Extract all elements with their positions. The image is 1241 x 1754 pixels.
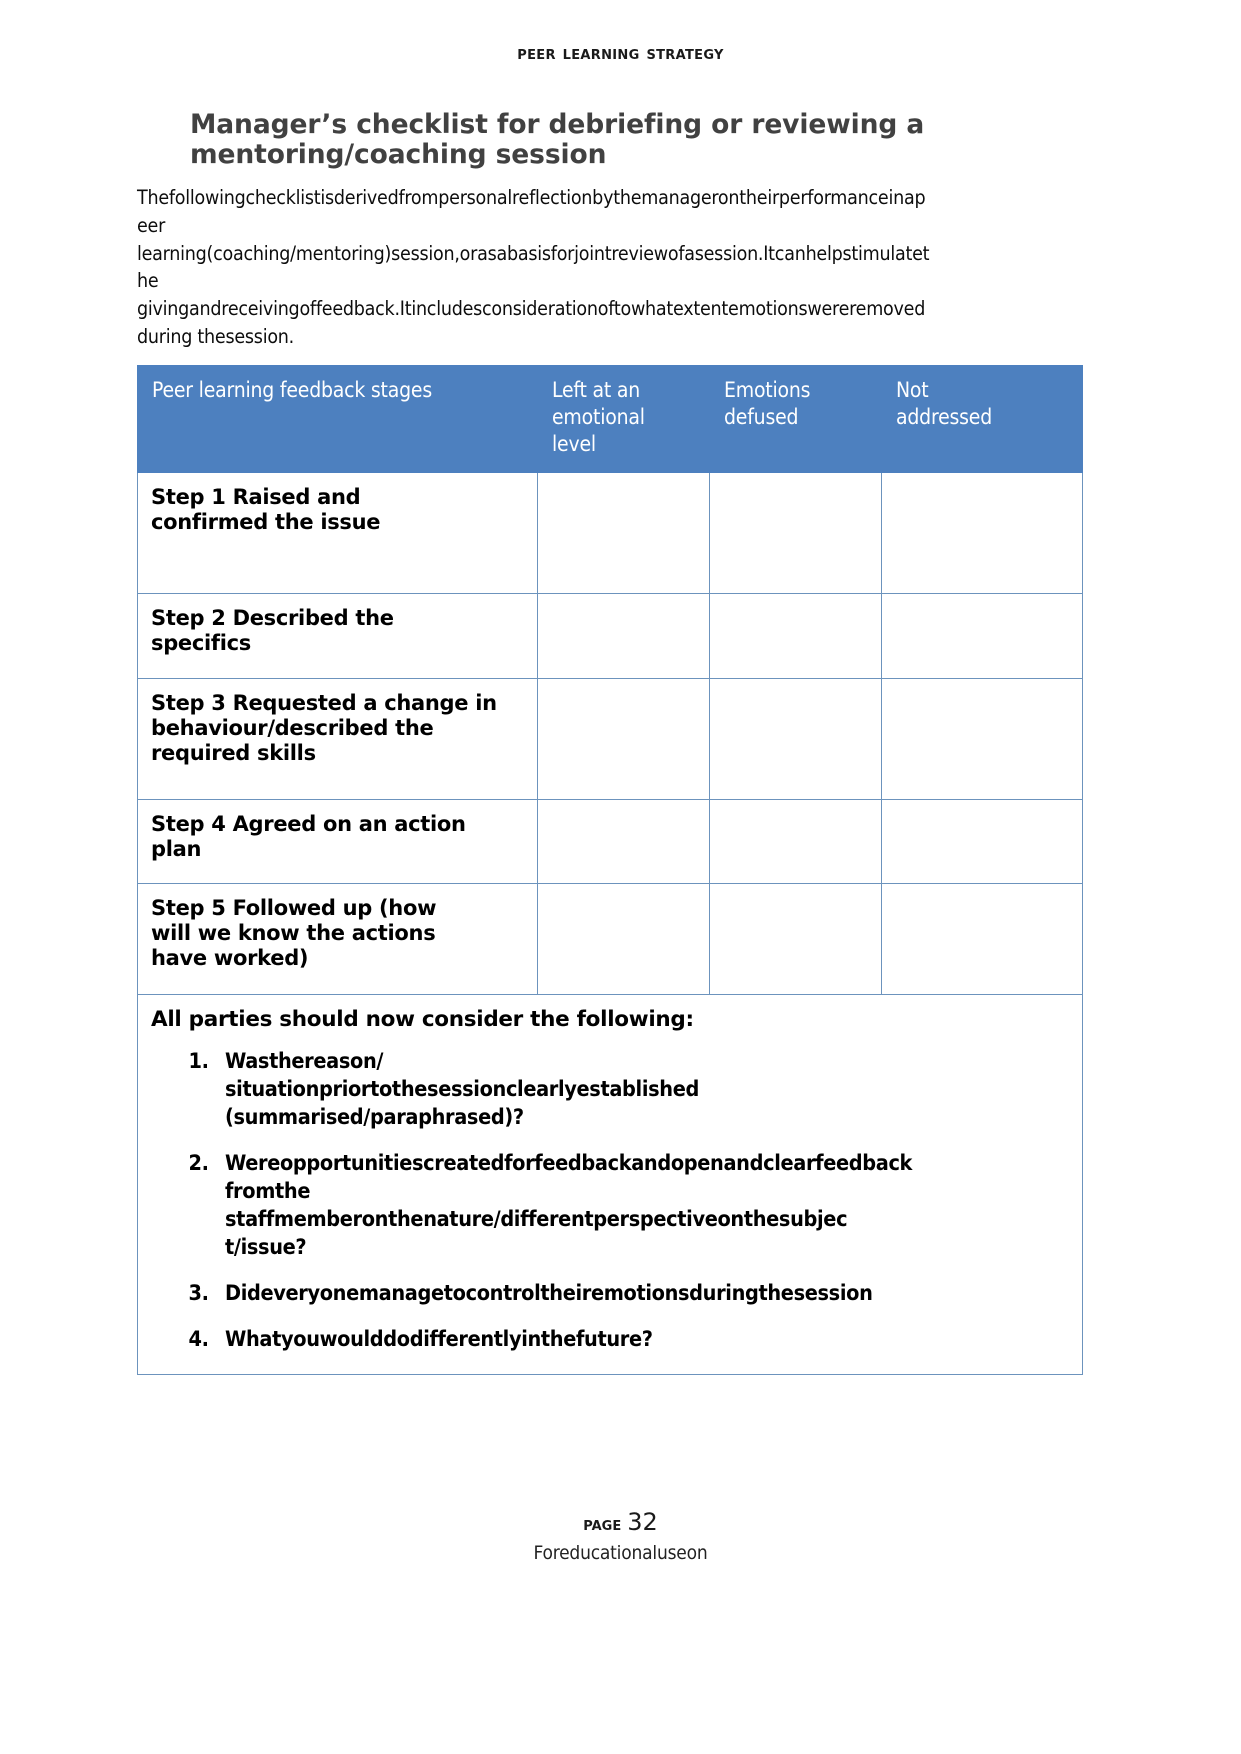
- page-word: Page: [583, 1513, 622, 1535]
- row-5-emotions-defused-cell[interactable]: [709, 882, 882, 995]
- row-1-step-label: Step 1 Raised and confirmed the issue: [137, 471, 538, 594]
- list-item: Wasthereason/ situationpriortothesession…: [215, 1048, 1068, 1132]
- row-2-emotions-defused-cell[interactable]: [709, 592, 882, 679]
- consider-item-1-line-3: (summarised/paraphrased)?: [225, 1105, 524, 1131]
- column-header-col2-line2: emotional: [552, 404, 645, 429]
- page-title-line-1: Manager’s checklist for debriefing or re…: [190, 109, 925, 140]
- row-5-left-at-emotional-level-cell[interactable]: [537, 882, 710, 995]
- column-header-stages: Peer learning feedback stages: [137, 364, 538, 473]
- list-item: Dideveryonemanagetocontroltheiremotionsd…: [215, 1280, 1068, 1308]
- row-3-step-label: Step 3 Requested a change in behaviour/d…: [137, 677, 538, 800]
- list-item: Whatyouwoulddodifferentlyinthefuture?: [215, 1326, 1068, 1354]
- document-page: Peer Learning Strategy Manager’s checkli…: [0, 0, 1241, 1754]
- row-5-step-line-1: Step 5 Followed up (how: [151, 895, 437, 920]
- row-4-emotions-defused-cell[interactable]: [709, 798, 882, 884]
- consider-item-1-line-2: situationpriortothesessionclearlyestabli…: [225, 1077, 699, 1103]
- row-5-step-line-3: have worked): [151, 945, 309, 970]
- running-header: Peer Learning Strategy: [0, 42, 1241, 64]
- intro-line-2: eer: [137, 214, 166, 238]
- row-4-not-addressed-cell[interactable]: [881, 798, 1083, 884]
- page-footer: Page 32 Foreducationaluseon: [0, 1508, 1241, 1564]
- page-title: Manager’s checklist for debriefing or re…: [137, 109, 1051, 171]
- consider-block: All parties should now consider the foll…: [137, 993, 1083, 1375]
- row-4-left-at-emotional-level-cell[interactable]: [537, 798, 710, 884]
- page-content: Manager’s checklist for debriefing or re…: [137, 109, 1104, 1375]
- row-2-step-label: Step 2 Described the specifics: [137, 592, 538, 679]
- table-header-row: Peer learning feedback stages Left at an…: [137, 364, 1083, 473]
- consider-item-2-line-1: Wereopportunitiescreatedforfeedbackandop…: [225, 1151, 913, 1177]
- table-row: Step 2 Described the specifics: [137, 592, 1083, 679]
- row-2-step-line-2: specifics: [151, 630, 252, 655]
- intro-line-3: learning(coaching/mentoring)session,oras…: [137, 241, 930, 265]
- consider-item-3-line-1: Dideveryonemanagetocontroltheiremotionsd…: [225, 1280, 873, 1306]
- row-1-emotions-defused-cell[interactable]: [709, 471, 882, 594]
- table-footer-row: All parties should now consider the foll…: [137, 993, 1083, 1375]
- row-3-not-addressed-cell[interactable]: [881, 677, 1083, 800]
- row-1-left-at-emotional-level-cell[interactable]: [537, 471, 710, 594]
- intro-line-1: Thefollowingchecklistisderivedfromperson…: [137, 186, 926, 210]
- page-number-line: Page 32: [0, 1508, 1241, 1536]
- column-header-not-addressed: Not addressed: [881, 364, 1083, 473]
- row-1-step-line-1: Step 1 Raised and: [151, 484, 361, 509]
- row-1-step-line-2: confirmed the issue: [151, 509, 381, 534]
- row-2-not-addressed-cell[interactable]: [881, 592, 1083, 679]
- page-number: 32: [627, 1508, 658, 1536]
- row-4-step-line-2: plan: [151, 836, 202, 861]
- consider-item-1-line-1: Wasthereason/: [225, 1049, 384, 1075]
- intro-paragraph: Thefollowingchecklistisderivedfromperson…: [137, 184, 1081, 350]
- intro-line-5: givingandreceivingoffeedback.Itincludesc…: [137, 297, 926, 321]
- row-4-step-label: Step 4 Agreed on an action plan: [137, 798, 538, 884]
- table-head: Peer learning feedback stages Left at an…: [137, 364, 1083, 473]
- peer-learning-feedback-table: Peer learning feedback stages Left at an…: [137, 364, 1083, 1375]
- page-title-line-2: mentoring/coaching session: [190, 139, 607, 171]
- row-3-left-at-emotional-level-cell[interactable]: [537, 677, 710, 800]
- row-3-step-line-2: behaviour/described the: [151, 715, 434, 740]
- column-header-left-at-emotional-level: Left at an emotional level: [537, 364, 710, 473]
- table-row: Step 5 Followed up (how will we know the…: [137, 882, 1083, 995]
- running-header-text: Peer Learning Strategy: [517, 42, 724, 64]
- row-4-step-line-1: Step 4 Agreed on an action: [151, 811, 466, 836]
- column-header-emotions-defused: Emotions defused: [709, 364, 882, 473]
- row-3-step-line-3: required skills: [151, 740, 316, 765]
- column-header-col3-line1: Emotions: [724, 377, 811, 402]
- list-item: Wereopportunitiescreatedforfeedbackandop…: [215, 1150, 1068, 1262]
- intro-line-6: during thesession.: [137, 324, 294, 348]
- row-1-not-addressed-cell[interactable]: [881, 471, 1083, 594]
- column-header-stages-text: Peer learning feedback stages: [152, 377, 432, 402]
- row-3-step-line-1: Step 3 Requested a change in: [151, 690, 497, 715]
- table-body: Step 1 Raised and confirmed the issue St…: [137, 471, 1083, 1375]
- consider-item-2-line-2: fromthe: [225, 1179, 311, 1205]
- row-5-not-addressed-cell[interactable]: [881, 882, 1083, 995]
- table-row: Step 3 Requested a change in behaviour/d…: [137, 677, 1083, 800]
- table-row: Step 1 Raised and confirmed the issue: [137, 471, 1083, 594]
- row-5-step-label: Step 5 Followed up (how will we know the…: [137, 882, 538, 995]
- consider-list: Wasthereason/ situationpriortothesession…: [151, 1048, 1068, 1353]
- footer-notice: Foreducationaluseon: [533, 1542, 708, 1564]
- consider-item-4-line-1: Whatyouwoulddodifferentlyinthefuture?: [225, 1326, 653, 1352]
- row-2-step-line-1: Step 2 Described the: [151, 605, 394, 630]
- row-5-step-line-2: will we know the actions: [151, 920, 436, 945]
- consider-heading: All parties should now consider the foll…: [151, 1006, 694, 1032]
- consider-item-2-line-4: t/issue?: [225, 1234, 307, 1260]
- column-header-col4-line2: addressed: [896, 404, 993, 429]
- row-2-left-at-emotional-level-cell[interactable]: [537, 592, 710, 679]
- column-header-col3-line2: defused: [724, 404, 799, 429]
- consider-item-2-line-3: staffmemberonthenature/differentperspect…: [225, 1207, 848, 1233]
- intro-line-4: he: [137, 269, 159, 293]
- column-header-col4-line1: Not: [896, 377, 929, 402]
- row-3-emotions-defused-cell[interactable]: [709, 677, 882, 800]
- column-header-col2-line1: Left at an: [552, 377, 640, 402]
- column-header-col2-line3: level: [552, 431, 596, 456]
- table-row: Step 4 Agreed on an action plan: [137, 798, 1083, 884]
